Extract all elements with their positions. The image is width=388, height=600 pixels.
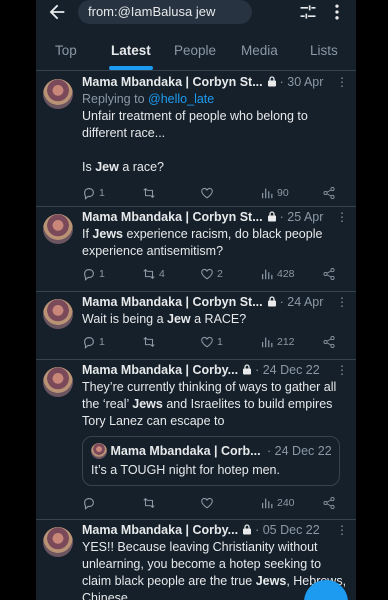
views-icon	[262, 337, 273, 348]
more-icon[interactable]: ⋮	[336, 522, 348, 539]
reply-button[interactable]: 1	[82, 185, 105, 201]
views-button[interactable]: 240	[260, 495, 295, 511]
tweet-date[interactable]: · 30 Apr	[280, 75, 324, 89]
tweet-text: If Jews experience racism, do black peop…	[82, 227, 323, 258]
tab-media[interactable]: Media	[241, 43, 278, 58]
lock-icon	[267, 296, 276, 307]
more-icon[interactable]: ⋮	[336, 362, 348, 379]
filter-icon[interactable]	[298, 2, 318, 22]
replying-to: Replying to @hello_late	[82, 92, 215, 106]
retweet-icon	[143, 268, 155, 280]
lock-icon	[267, 211, 276, 222]
avatar[interactable]	[43, 527, 73, 557]
tab-top[interactable]: Top	[55, 43, 77, 58]
like-icon	[201, 187, 213, 199]
tweet-actions: 240	[82, 495, 350, 513]
lock-icon	[243, 364, 252, 375]
tweet-date[interactable]: · 24 Apr	[280, 295, 324, 309]
retweet-icon	[143, 336, 155, 348]
avatar[interactable]	[43, 79, 73, 109]
tweet[interactable]: Mama Mbandaka | Corbyn St... · 25 Apr ⋮ I…	[36, 206, 356, 292]
quoted-author-name: Mama Mbandaka | Corb...	[110, 444, 261, 458]
tweet-text: Wait is being a Jew a RACE?	[82, 312, 247, 326]
retweet-button[interactable]	[142, 185, 159, 201]
more-icon[interactable]: ⋮	[336, 209, 348, 226]
like-button[interactable]	[200, 495, 217, 511]
top-bar: from:@IamBalusa jew	[36, 0, 356, 26]
avatar[interactable]	[43, 299, 73, 329]
retweet-button[interactable]	[142, 334, 159, 350]
like-button[interactable]: 2	[200, 266, 223, 282]
tweet-actions: 1 1 212	[82, 334, 350, 352]
share-button[interactable]	[322, 185, 336, 201]
tweet[interactable]: Mama Mbandaka | Corbyn St... · 24 Apr ⋮ W…	[36, 291, 356, 360]
retweet-button[interactable]	[142, 495, 159, 511]
reply-icon	[84, 188, 94, 200]
author-name[interactable]: Mama Mbandaka | Corbyn St...	[82, 210, 263, 224]
more-icon[interactable]: ⋮	[336, 74, 348, 91]
tweet[interactable]: Mama Mbandaka | Corby... · 24 Dec 22 ⋮ Th…	[36, 359, 356, 520]
views-icon	[262, 188, 273, 199]
reply-icon	[84, 498, 94, 510]
tab-lists[interactable]: Lists	[310, 43, 338, 58]
author-name[interactable]: Mama Mbandaka | Corby...	[82, 363, 238, 377]
avatar[interactable]	[43, 367, 73, 397]
like-button[interactable]: 1	[200, 334, 223, 350]
share-icon	[323, 497, 335, 509]
quoted-tweet[interactable]: Mama Mbandaka | Corb... · 24 Dec 22 It’s…	[82, 436, 340, 486]
share-button[interactable]	[322, 334, 336, 350]
like-icon	[201, 497, 213, 509]
tweet-date[interactable]: · 05 Dec 22	[255, 523, 320, 537]
reply-button[interactable]: 1	[82, 266, 105, 282]
like-icon	[201, 336, 213, 348]
retweet-icon	[143, 187, 155, 199]
tweet[interactable]: Mama Mbandaka | Corbyn St... · 30 Apr ⋮ R…	[36, 71, 356, 207]
search-tabs: Top Latest People Media Lists	[36, 34, 356, 71]
like-button[interactable]	[200, 185, 217, 201]
share-icon	[323, 268, 335, 280]
views-button[interactable]: 90	[260, 185, 289, 201]
share-icon	[323, 336, 335, 348]
reply-button[interactable]: 1	[82, 334, 105, 350]
author-name[interactable]: Mama Mbandaka | Corbyn St...	[82, 75, 263, 89]
mention-link[interactable]: @hello_late	[148, 92, 214, 106]
tweet-text: They’re currently thinking of ways to ga…	[82, 380, 337, 428]
more-vertical-icon[interactable]	[332, 2, 342, 22]
author-name[interactable]: Mama Mbandaka | Corbyn St...	[82, 295, 263, 309]
reply-icon	[84, 269, 94, 281]
author-name[interactable]: Mama Mbandaka | Corby...	[82, 523, 238, 537]
views-button[interactable]: 212	[260, 334, 295, 350]
views-icon	[262, 498, 273, 509]
quoted-avatar	[91, 443, 107, 459]
like-icon	[201, 268, 213, 280]
search-input[interactable]: from:@IamBalusa jew	[78, 0, 252, 24]
reply-icon	[84, 337, 94, 349]
active-tab-indicator	[109, 66, 153, 70]
back-arrow-icon[interactable]	[46, 1, 68, 23]
quoted-tweet-date: · 24 Dec 22	[267, 444, 332, 458]
share-button[interactable]	[322, 266, 336, 282]
app-frame: from:@IamBalusa jew Top Latest People Me…	[36, 0, 356, 600]
reply-button[interactable]	[82, 495, 99, 511]
views-icon	[262, 269, 273, 280]
tweet-text: Unfair treatment of people who belong to…	[82, 109, 308, 174]
lock-icon	[267, 76, 276, 87]
tweet-actions: 1 4 2 428	[82, 266, 350, 284]
quoted-tweet-text: It’s a TOUGH night for hotep men.	[91, 463, 280, 477]
retweet-icon	[143, 497, 155, 509]
tab-people[interactable]: People	[174, 43, 216, 58]
tweet-actions: 1 90	[82, 185, 350, 203]
retweet-button[interactable]: 4	[142, 266, 165, 282]
tweet-date[interactable]: · 24 Dec 22	[255, 363, 320, 377]
lock-icon	[243, 524, 252, 535]
avatar[interactable]	[43, 214, 73, 244]
views-button[interactable]: 428	[260, 266, 295, 282]
share-button[interactable]	[322, 495, 336, 511]
share-icon	[323, 187, 335, 199]
tweet-date[interactable]: · 25 Apr	[280, 210, 324, 224]
tab-latest[interactable]: Latest	[111, 43, 151, 58]
more-icon[interactable]: ⋮	[336, 294, 348, 311]
